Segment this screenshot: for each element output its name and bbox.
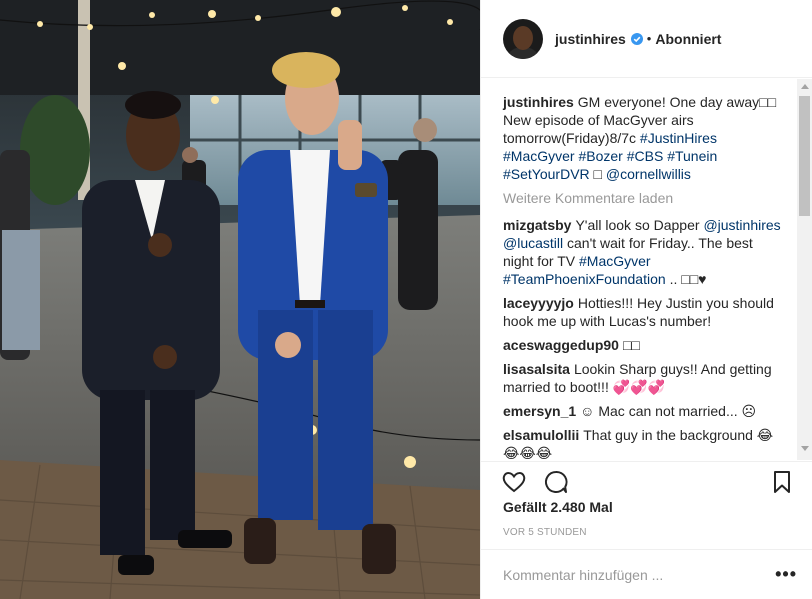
caption-emoji-a: □□ — [759, 94, 777, 110]
mention-link[interactable]: @cornellwillis — [606, 166, 691, 182]
hashtag-link[interactable]: #MacGyver — [579, 253, 651, 269]
list-item: emersyn_1 ☺ Mac can not married... ☹ — [503, 402, 791, 420]
caption-username[interactable]: justinhires — [503, 94, 574, 110]
heart-icon[interactable] — [501, 469, 527, 495]
header-username[interactable]: justinhires — [555, 31, 626, 47]
caption-emoji-b: □ — [593, 166, 603, 182]
comment-text: ☺ Mac can not married... ☹ — [580, 403, 757, 419]
scroll-up-arrow-icon[interactable] — [801, 84, 809, 89]
header-separator: • — [646, 31, 652, 46]
comment-emoji: □□♥ — [681, 271, 707, 287]
comment-username[interactable]: elsamulollii — [503, 427, 579, 443]
comment-username[interactable]: aceswaggedup90 — [503, 337, 619, 353]
mention-link[interactable]: @justinhires — [703, 217, 780, 233]
scrollbar-thumb[interactable] — [799, 96, 810, 216]
comments-list: justinhires GM everyone! One day away□□ N… — [481, 79, 812, 460]
timestamp[interactable]: VOR 5 STUNDEN — [503, 527, 587, 538]
caption-text-a: GM everyone! One day away — [577, 94, 760, 110]
post-header: justinhires • Abonniert — [481, 0, 812, 78]
follow-status-button[interactable]: Abonniert — [655, 31, 721, 47]
list-item: elsamulollii That guy in the background 😂… — [503, 426, 791, 460]
verified-badge-icon — [630, 32, 643, 45]
comment-text: .. — [669, 271, 678, 287]
likes-count[interactable]: Gefällt 2.480 Mal — [503, 499, 613, 515]
comment-username[interactable]: mizgatsby — [503, 217, 571, 233]
post-side-panel: justinhires • Abonniert justinhires GM ev… — [480, 0, 812, 599]
hashtag-link[interactable]: #Tunein — [667, 148, 717, 164]
load-more-comments-button[interactable]: Weitere Kommentare laden — [503, 189, 791, 207]
comment-text: □□ — [622, 337, 640, 353]
more-options-icon[interactable]: ••• — [775, 564, 797, 585]
hashtag-link[interactable]: #Bozer — [578, 148, 622, 164]
list-item: laceyyyyjo Hotties!!! Hey Justin you shou… — [503, 294, 791, 330]
hashtag-link[interactable]: #CBS — [627, 148, 664, 164]
list-item: lisasalsita Lookin Sharp guys!! And getti… — [503, 360, 791, 396]
action-bar — [481, 461, 812, 501]
photo-illustration — [0, 0, 480, 599]
comment-username[interactable]: emersyn_1 — [503, 403, 576, 419]
hashtag-link[interactable]: #SetYourDVR — [503, 166, 590, 182]
instagram-post-window: justinhires • Abonniert justinhires GM ev… — [0, 0, 812, 599]
avatar[interactable] — [503, 18, 543, 59]
add-comment-bar: Kommentar hinzufügen ... ••• — [481, 549, 812, 599]
bookmark-icon[interactable] — [769, 469, 795, 495]
post-photo[interactable] — [0, 0, 480, 599]
list-item: mizgatsby Y'all look so Dapper @justinhir… — [503, 216, 791, 288]
comment-input[interactable]: Kommentar hinzufügen ... — [503, 567, 663, 583]
hashtag-link[interactable]: #JustinHires — [640, 130, 717, 146]
caption: justinhires GM everyone! One day away□□ N… — [503, 93, 791, 183]
comment-text: Y'all look so Dapper — [575, 217, 700, 233]
scroll-down-arrow-icon[interactable] — [801, 446, 809, 451]
mention-link[interactable]: @lucastill — [503, 235, 563, 251]
list-item: aceswaggedup90 □□ — [503, 336, 791, 354]
comment-username[interactable]: laceyyyyjo — [503, 295, 574, 311]
comment-icon[interactable] — [543, 469, 569, 495]
hashtag-link[interactable]: #MacGyver — [503, 148, 575, 164]
comment-username[interactable]: lisasalsita — [503, 361, 570, 377]
hashtag-link[interactable]: #TeamPhoenixFoundation — [503, 271, 666, 287]
